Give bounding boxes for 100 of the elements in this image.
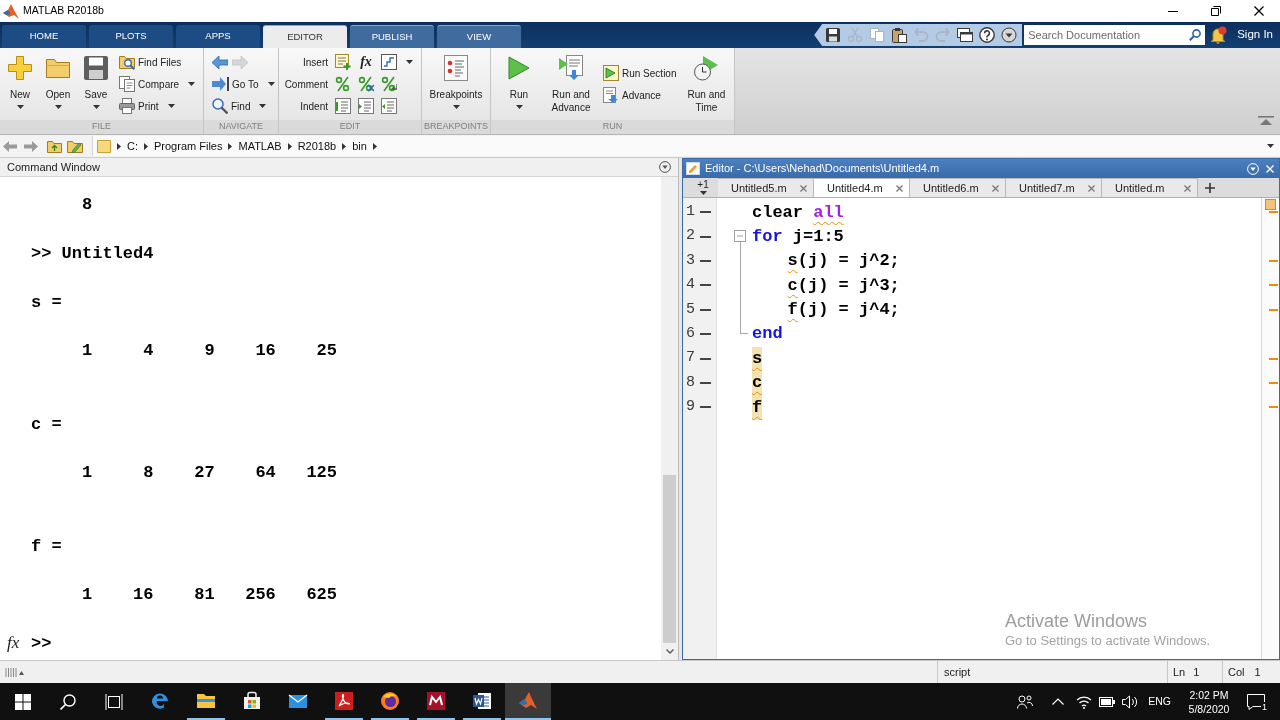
close-icon[interactable] [1266, 164, 1274, 173]
forward-arrow-icon[interactable] [24, 140, 38, 152]
function-browser-button[interactable]: fx [7, 633, 20, 654]
go-to-button[interactable]: Go To [212, 73, 275, 95]
search-icon [212, 98, 228, 114]
people-icon[interactable] [1017, 694, 1034, 709]
section-title: RUN [491, 120, 734, 134]
variable-label: f = [31, 536, 62, 556]
panel-title: Editor - C:\Users\Nehad\Documents\Untitled4.m [705, 161, 940, 177]
output-value: 16 [255, 340, 276, 363]
line-number: 3 [686, 250, 695, 271]
caret-icon [452, 105, 460, 109]
open-button[interactable]: Open [39, 48, 77, 120]
advance-icon [603, 87, 619, 103]
file-tab[interactable]: Untitled6.m [910, 178, 1006, 197]
breadcrumb-segment[interactable]: R2018b [297, 137, 337, 155]
battery-icon[interactable] [1099, 696, 1116, 707]
advance-button[interactable]: Advance [603, 84, 661, 106]
find-files-button[interactable]: Find Files [119, 51, 182, 73]
step-function-icon[interactable] [381, 54, 397, 70]
increase-indent-icon[interactable] [358, 98, 374, 114]
run-button[interactable]: Run [500, 48, 538, 120]
ribbon-tab[interactable]: PLOTS [89, 25, 173, 48]
command-prompt: >> [31, 633, 52, 656]
address-field[interactable]: C: Program Files MATLAB R2018b bin [92, 136, 1280, 156]
output-value: 625 [306, 584, 337, 607]
warning-marker-icon [1269, 284, 1278, 287]
file-tab[interactable]: Untitled7.m [1006, 178, 1102, 197]
breadcrumb-segment[interactable]: bin [352, 137, 367, 155]
input-language-button[interactable]: ENG [1148, 693, 1171, 710]
back-arrow-icon[interactable] [212, 55, 228, 69]
uncomment-icon[interactable] [358, 76, 374, 92]
insert-section-icon[interactable] [335, 54, 351, 70]
breakpoints-button[interactable]: Breakpoints [427, 48, 485, 120]
fold-toggle-icon[interactable] [734, 230, 746, 243]
search-icon [1189, 29, 1202, 41]
output-value: 16 [133, 584, 154, 607]
print-button[interactable]: Print [119, 95, 175, 117]
new-button[interactable]: New [1, 48, 39, 120]
chevron-up-icon[interactable] [1052, 698, 1065, 705]
find-button[interactable]: Find [212, 95, 267, 117]
file-tab[interactable]: Untitled5.m [718, 178, 814, 197]
document-tile-icon [472, 691, 492, 711]
sign-in-link[interactable]: Sign In [1237, 26, 1273, 44]
document-arrow-icon [559, 55, 583, 81]
tab-list-button[interactable]: +1 [688, 178, 718, 197]
notification-bell-icon[interactable] [1209, 26, 1227, 44]
switch-windows-icon[interactable] [957, 27, 974, 43]
back-arrow-icon[interactable] [3, 140, 17, 152]
compare-button[interactable]: Compare [119, 73, 196, 95]
clock-button[interactable]: 2:02 PM 5/8/2020 [1183, 687, 1235, 716]
line-number: 7 [686, 348, 695, 369]
comment-icon[interactable] [335, 76, 351, 92]
volume-icon[interactable] [1122, 694, 1140, 709]
ribbon-tab[interactable]: VIEW [437, 25, 521, 48]
ribbon-tab[interactable]: APPS [176, 25, 260, 48]
insert-function-button[interactable]: fx [360, 54, 372, 70]
up-folder-icon[interactable] [47, 139, 62, 153]
ribbon-tab[interactable]: HOME [2, 25, 86, 48]
run-section-icon [603, 65, 619, 81]
run-section-button[interactable]: Run Section [603, 62, 677, 84]
wrap-comments-icon[interactable] [381, 76, 397, 92]
line-value: 1 [1193, 664, 1200, 680]
scrollbar-thumb[interactable] [663, 475, 676, 643]
smart-indent-icon[interactable] [335, 98, 351, 114]
search-field[interactable]: Search Documentation [1024, 25, 1206, 45]
code-line: s(j) = j^2; [787, 251, 900, 271]
dropdown-icon[interactable] [1001, 27, 1018, 43]
resize-grip-icon[interactable] [5, 667, 25, 677]
decrease-indent-icon[interactable] [381, 98, 397, 114]
plus-icon [8, 56, 32, 80]
command-line: >> Untitled4 [31, 243, 154, 263]
browse-folder-icon[interactable] [67, 139, 83, 153]
breadcrumb-segment[interactable]: C: [127, 137, 138, 155]
breadcrumb-segment[interactable]: Program Files [154, 137, 223, 155]
paste-icon[interactable] [891, 27, 908, 43]
file-tab[interactable]: Untitled4.m [814, 178, 910, 197]
run-and-advance-button[interactable]: Run and Advance [542, 48, 600, 120]
notification-icon[interactable] [1247, 693, 1265, 710]
network-icon[interactable] [1076, 694, 1093, 709]
save-button[interactable]: Save [77, 48, 115, 120]
code-line: f [752, 397, 763, 417]
panel-menu-icon[interactable] [659, 161, 671, 173]
save-icon[interactable] [825, 27, 842, 43]
taskbar-app-button[interactable] [505, 683, 551, 720]
run-and-time-button[interactable]: Run and Time [677, 48, 736, 120]
line-number: 5 [686, 299, 695, 320]
collapse-icon[interactable] [1258, 116, 1274, 125]
ribbon-tab[interactable]: EDITOR [263, 25, 347, 48]
caret-icon [16, 105, 24, 109]
windows-logo-icon [14, 693, 31, 710]
ribbon-tab[interactable]: PUBLISH [350, 25, 434, 48]
warning-marker-icon [1269, 381, 1278, 384]
line-number: 4 [686, 275, 695, 296]
caret-icon [167, 104, 175, 108]
file-tab[interactable]: Untitled.m [1102, 178, 1198, 197]
breadcrumb-segment[interactable]: MATLAB [238, 137, 282, 155]
help-icon[interactable] [979, 27, 996, 43]
chevron-right-icon [372, 142, 377, 150]
variable-label: s = [31, 292, 62, 312]
